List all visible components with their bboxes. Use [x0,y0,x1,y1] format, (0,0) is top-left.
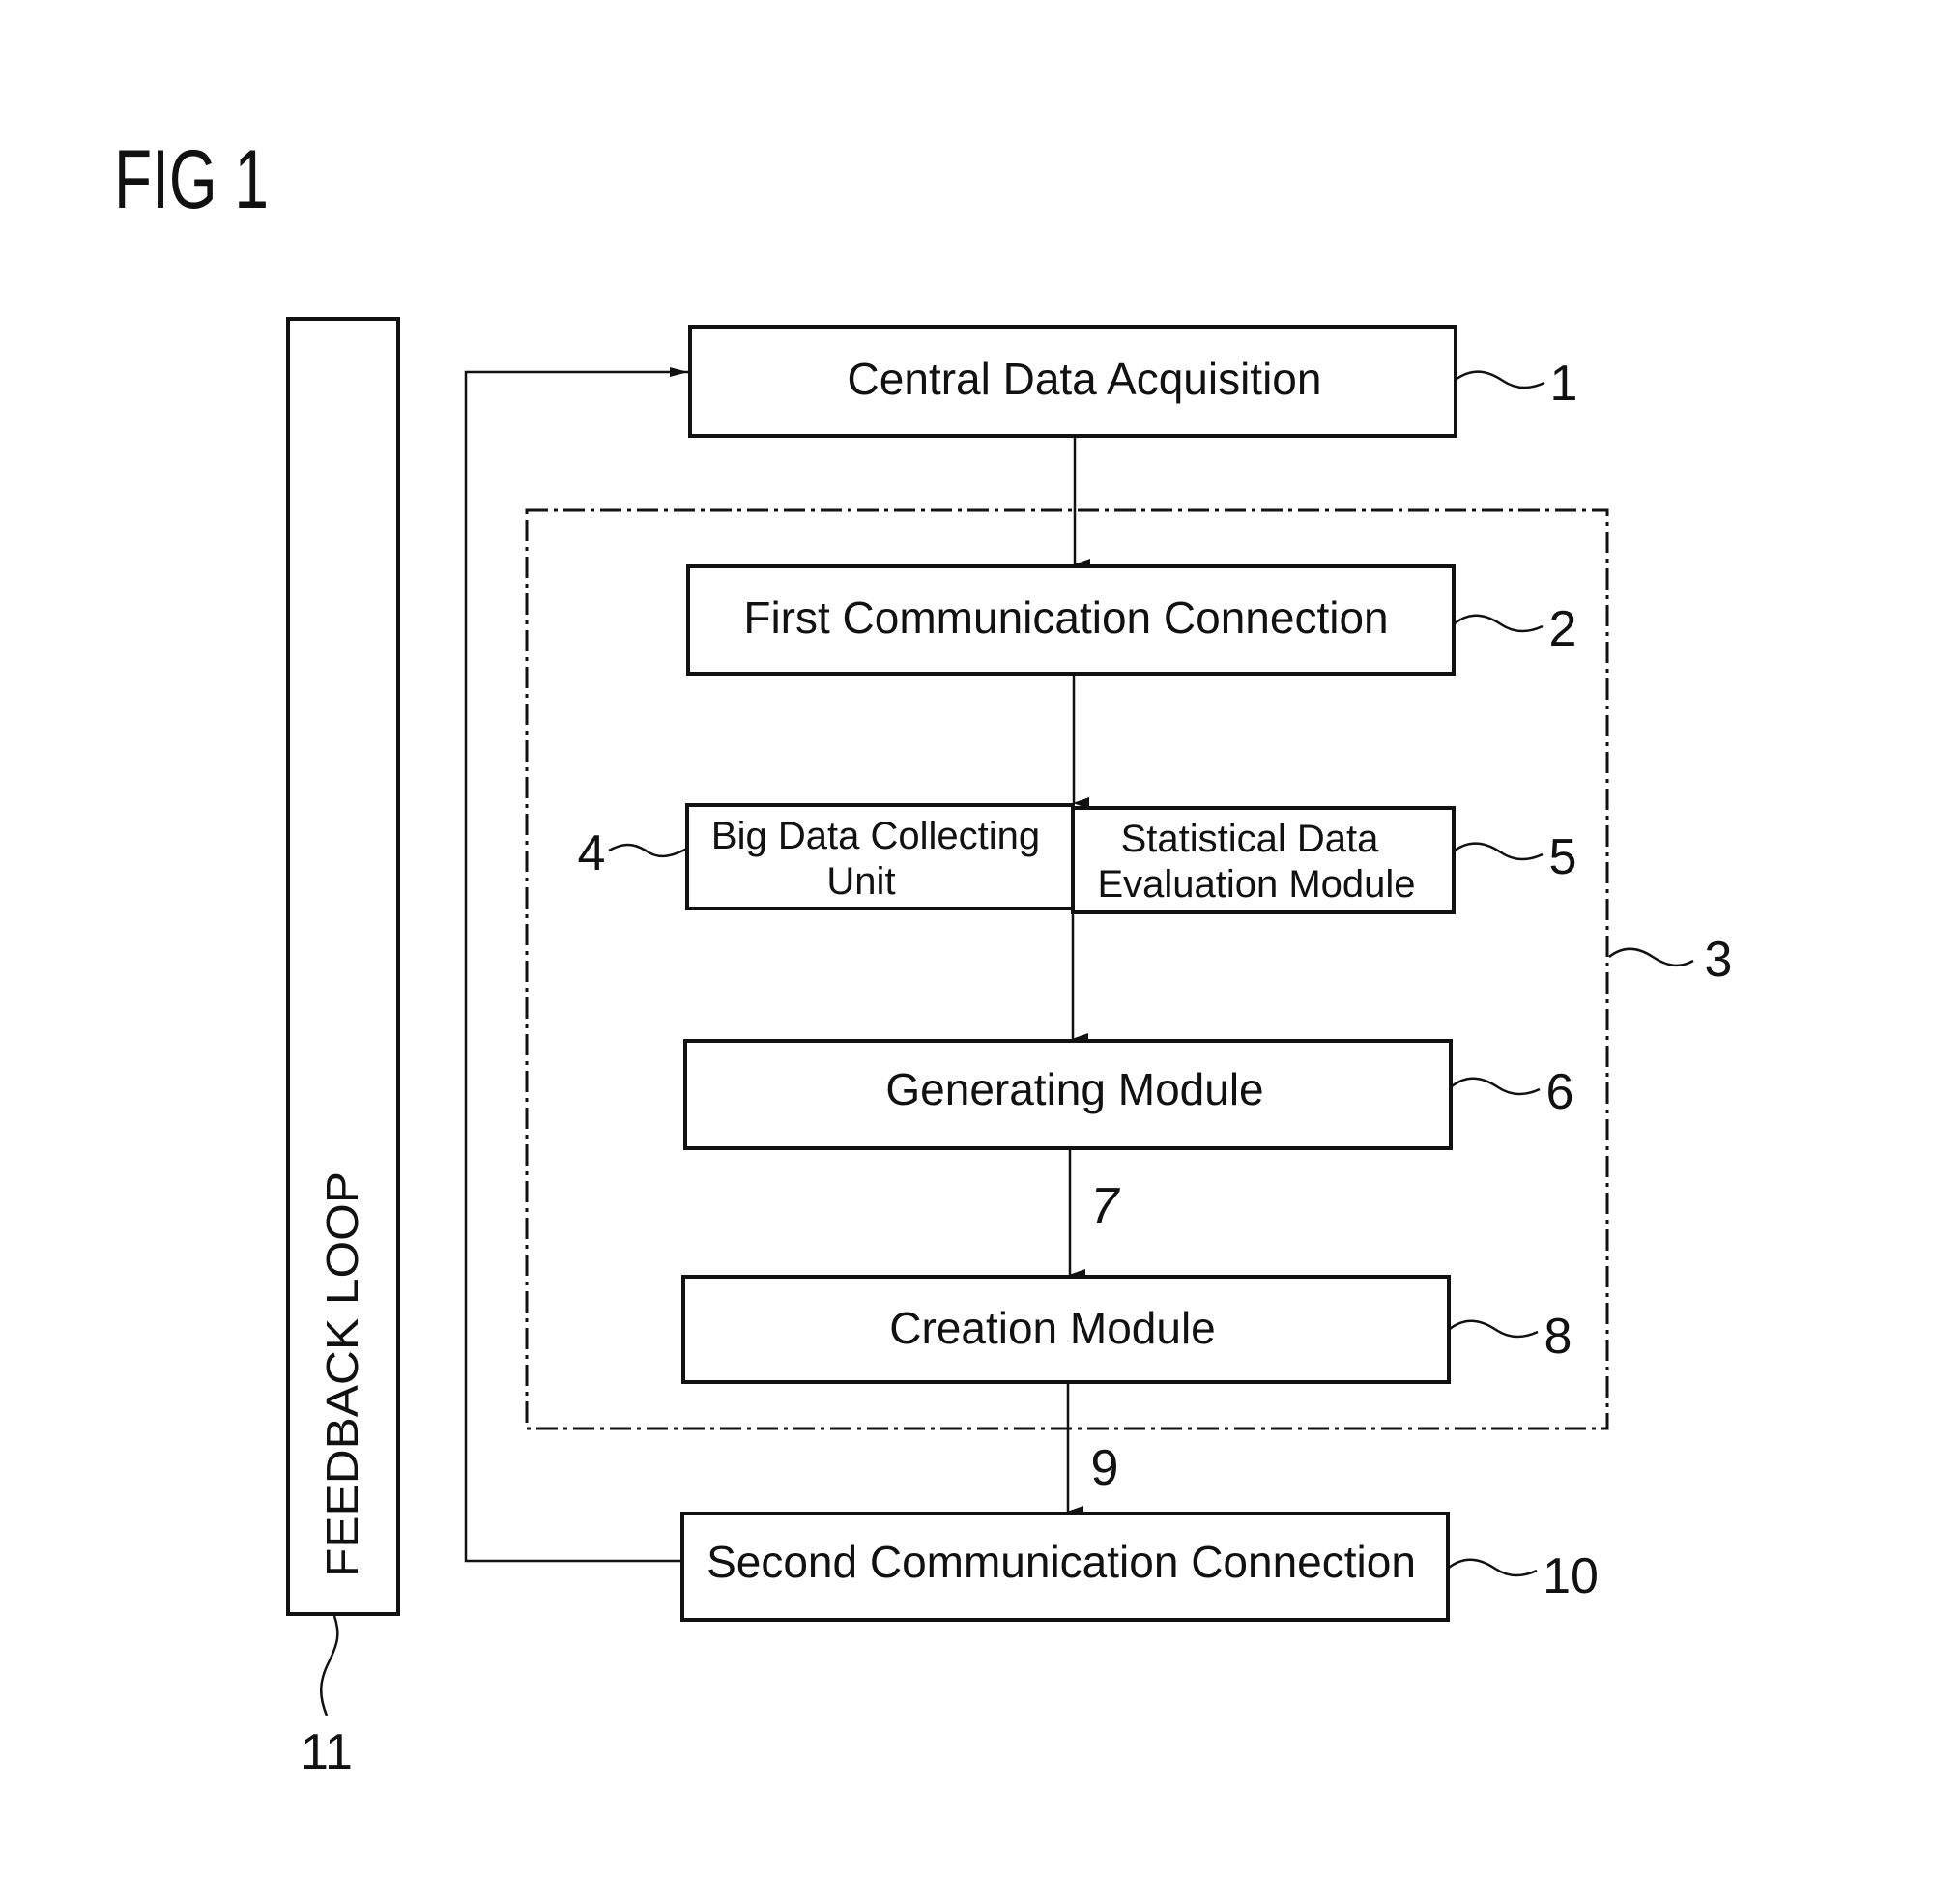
ref-6: 6 [1546,1064,1574,1120]
ref-9: 9 [1091,1440,1119,1496]
big-data-collecting-unit-label-line1: Big Data Collecting [711,815,1040,857]
statistical-data-evaluation-label-line1: Statistical Data [1121,818,1380,860]
ref-2: 2 [1549,601,1577,657]
ref-leader-4 [608,843,688,858]
patent-figure: FIG 1 FEEDBACK LOOP 11 3 Central Data Ac… [114,133,1733,1780]
central-data-acquisition: Central Data Acquisition 1 [688,325,1578,438]
feedback-loop-label: FEEDBACK LOOP [317,1171,367,1577]
ref-7: 7 [1091,1178,1121,1234]
figure-title: FIG 1 [114,133,269,226]
big-data-collecting-unit-label-line2: Unit [826,860,895,903]
feedback-loop-block: FEEDBACK LOOP 11 [286,317,400,1780]
ref-leader-10 [1448,1558,1538,1577]
group-ref: 3 [1705,932,1733,988]
statistical-data-evaluation-label-line2: Evaluation Module [1097,863,1415,906]
second-communication-connection-label: Second Communication Connection [707,1537,1416,1587]
second-communication-connection: Second Communication Connection 10 [680,1512,1599,1622]
feedback-arrow [464,367,688,1563]
ref-10: 10 [1543,1548,1599,1604]
ref-leader-6 [1451,1077,1541,1096]
ref-leader-5 [1454,842,1544,861]
creation-module: Creation Module 8 [681,1275,1572,1384]
big-data-and-statistics: Big Data Collecting Unit Statistical Dat… [578,803,1577,914]
feedback-loop-ref: 11 [301,1724,353,1780]
first-communication-connection-label: First Communication Connection [743,592,1388,643]
central-data-acquisition-label: Central Data Acquisition [848,354,1322,404]
ref-4: 4 [578,825,606,881]
feedback-loop-leader [320,1615,339,1716]
generating-module-label: Generating Module [885,1064,1263,1114]
ref-5: 5 [1549,829,1577,885]
generating-module: Generating Module 6 [683,1039,1574,1150]
group-leader [1608,947,1694,967]
ref-8: 8 [1544,1309,1572,1365]
creation-module-label: Creation Module [889,1303,1216,1353]
first-communication-connection: First Communication Connection 2 [686,564,1577,676]
ref-1: 1 [1550,356,1578,412]
ref-leader-1 [1456,370,1545,389]
ref-leader-2 [1454,614,1544,633]
ref-leader-8 [1449,1319,1539,1339]
